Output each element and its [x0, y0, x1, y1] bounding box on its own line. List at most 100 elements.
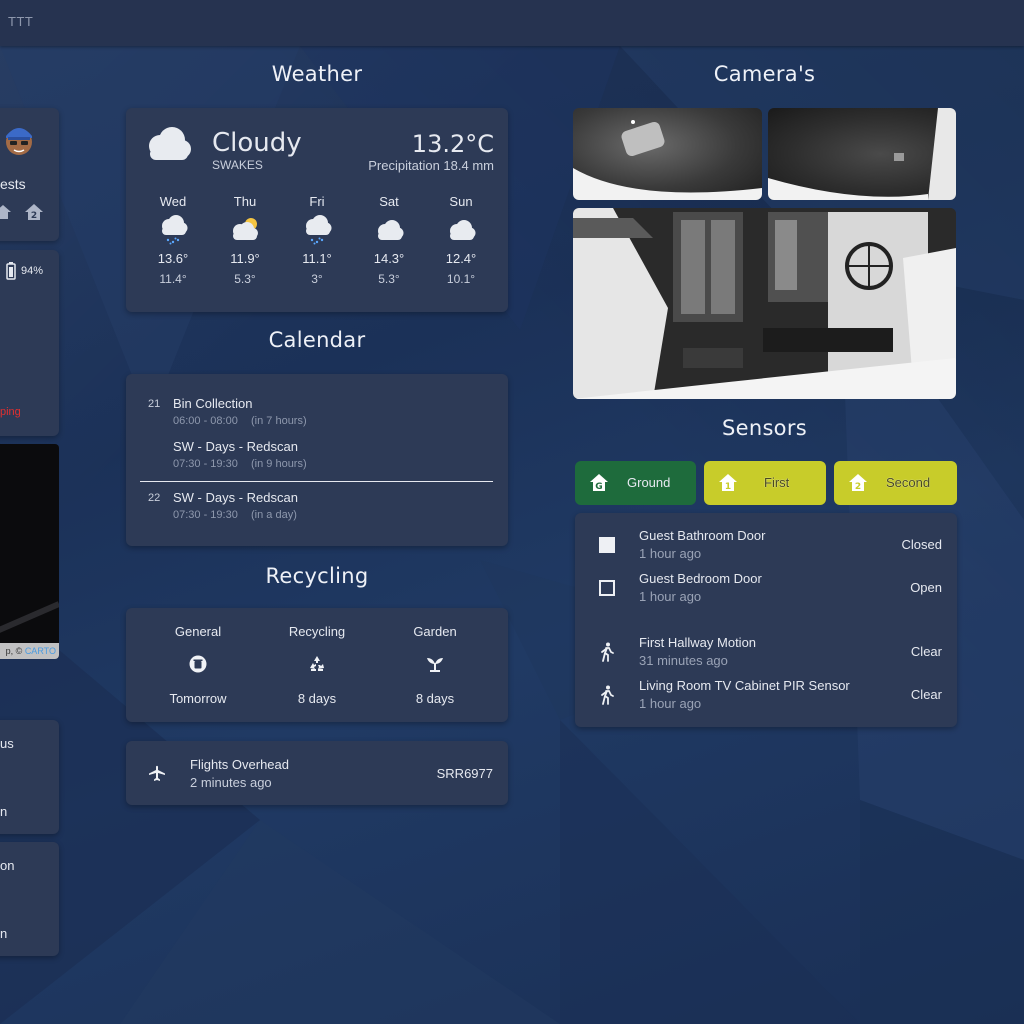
cloud-icon [426, 213, 496, 247]
sensor-state: Closed [901, 537, 942, 552]
forecast-day: Thu 11.9° 5.3° [210, 194, 280, 286]
door-closed-icon [599, 537, 615, 558]
calendar-divider [140, 481, 493, 482]
sensor-time: 31 minutes ago [639, 653, 728, 668]
calendar-event-relative: (in a day) [251, 509, 297, 521]
calendar-event-relative: (in 7 hours) [251, 415, 307, 427]
calendar-event-relative: (in 9 hours) [251, 458, 307, 470]
sensor-state: Clear [910, 687, 942, 702]
forecast-high: 11.9° [230, 251, 260, 266]
weather-precipitation: Precipitation 18.4 mm [368, 158, 494, 173]
walk-icon [599, 642, 615, 667]
recycling-general: General Tomorrow [138, 608, 258, 706]
sensor-state: Open [910, 580, 942, 595]
forecast-low: 10.1° [446, 272, 476, 286]
left-card-4-line2: n [0, 926, 8, 941]
camera-living-room-image [573, 208, 956, 399]
sensor-time: 1 hour ago [639, 589, 702, 604]
calendar-event-title[interactable]: Bin Collection [173, 396, 253, 411]
weather-condition: Cloudy [212, 128, 302, 158]
calendar-event-time: 07:30 - 19:30 [173, 509, 238, 521]
recycling-card[interactable]: General Tomorrow Recycling 8 days Garden… [126, 608, 508, 722]
avatar [2, 122, 36, 163]
left-card-4[interactable]: on n [0, 842, 59, 956]
svg-text:2: 2 [31, 211, 37, 221]
home-1-icon: 1 [718, 473, 738, 496]
calendar-card[interactable]: 21 Bin Collection 06:00 - 08:00 (in 7 ho… [126, 374, 508, 546]
sensor-time: 1 hour ago [639, 546, 702, 561]
sensor-name: Living Room TV Cabinet PIR Sensor [639, 678, 850, 693]
floor-ground-label: Ground [627, 475, 671, 490]
weather-temperature: 13.2°C [411, 130, 494, 158]
forecast-day-name: Wed [159, 194, 187, 209]
person-card[interactable]: ests 2 [0, 108, 59, 241]
left-card-3[interactable]: us n [0, 720, 59, 834]
camera-driveway-image [573, 120, 762, 200]
rain-cloud-icon [282, 213, 352, 247]
weather-heading: Weather [271, 62, 363, 86]
recycling-value: 8 days [415, 691, 455, 706]
recycling-label: Recycling [288, 624, 346, 639]
recycle-icon [257, 649, 377, 679]
floor-second-button[interactable]: 2 Second [834, 461, 957, 505]
forecast-high: 14.3° [373, 251, 405, 266]
map-attribution-prefix: p, © [5, 646, 23, 656]
recycling-label: Garden [413, 624, 457, 639]
sensor-state: Clear [910, 644, 942, 659]
forecast-day: Sun 12.4° 10.1° [426, 194, 496, 286]
weather-card[interactable]: Cloudy SWAKES 13.2°C Precipitation 18.4 … [126, 108, 508, 312]
forecast-low: 5.3° [378, 272, 400, 286]
warning-text: ping [0, 406, 21, 418]
floor-first-label: First [764, 475, 790, 490]
map-attribution: p, © CARTO [0, 643, 59, 659]
door-open-icon [599, 580, 615, 601]
camera-side[interactable] [768, 108, 956, 200]
forecast-day: Wed 13.6° 11.4° [138, 194, 208, 286]
calendar-event-title[interactable]: SW - Days - Redscan [173, 439, 298, 454]
battery-level: 94% [21, 265, 44, 277]
svg-text:1: 1 [725, 482, 731, 492]
sprout-icon [375, 649, 495, 679]
bin-icon [138, 649, 258, 679]
forecast-day: Fri 11.1° 3° [282, 194, 352, 286]
home-2-icon: 2 [848, 473, 868, 496]
weather-location: SWAKES [212, 158, 263, 172]
home-2-icon: 2 [24, 203, 44, 226]
calendar-event-title[interactable]: SW - Days - Redscan [173, 490, 298, 505]
cloud-icon [354, 213, 424, 247]
floor-second-label: Second [886, 475, 931, 490]
recycling-recycling: Recycling 8 days [257, 608, 377, 706]
flights-card[interactable]: Flights Overhead 2 minutes ago SRR6977 [126, 741, 508, 805]
sensor-name: Guest Bathroom Door [639, 528, 766, 543]
map-card[interactable]: p, © CARTO [0, 444, 59, 659]
camera-driveway[interactable] [573, 108, 762, 200]
forecast-day-name: Sun [449, 194, 473, 209]
left-card-4-line1: on [0, 858, 15, 873]
recycling-value: 8 days [297, 691, 337, 706]
cloud-icon [142, 124, 192, 169]
calendar-event-time: 07:30 - 19:30 [173, 458, 238, 470]
forecast-low: 11.4° [159, 272, 187, 286]
walk-icon [599, 685, 615, 710]
carto-link[interactable]: CARTO [25, 646, 56, 656]
calendar-event-time: 06:00 - 08:00 [173, 415, 238, 427]
person-label: ests [0, 176, 26, 192]
recycling-label: General [174, 624, 222, 639]
app-title: TTT [8, 14, 34, 29]
forecast-day-name: Sat [379, 194, 399, 209]
phone-card[interactable]: 94% ping [0, 250, 59, 436]
forecast-day-name: Thu [233, 194, 257, 209]
top-bar: TTT [0, 0, 1024, 46]
floor-ground-button[interactable]: G Ground [575, 461, 696, 505]
home-g-icon: G [589, 473, 609, 496]
camera-side-image [768, 108, 956, 200]
calendar-heading: Calendar [268, 328, 366, 352]
recycling-garden: Garden 8 days [375, 608, 495, 706]
forecast-high: 12.4° [445, 251, 477, 266]
forecast-day-name: Fri [309, 194, 325, 209]
camera-living-room[interactable] [573, 208, 956, 399]
recycling-heading: Recycling [265, 564, 369, 588]
calendar-day: 21 [148, 398, 161, 410]
flights-callsign[interactable]: SRR6977 [437, 766, 493, 781]
floor-first-button[interactable]: 1 First [704, 461, 826, 505]
